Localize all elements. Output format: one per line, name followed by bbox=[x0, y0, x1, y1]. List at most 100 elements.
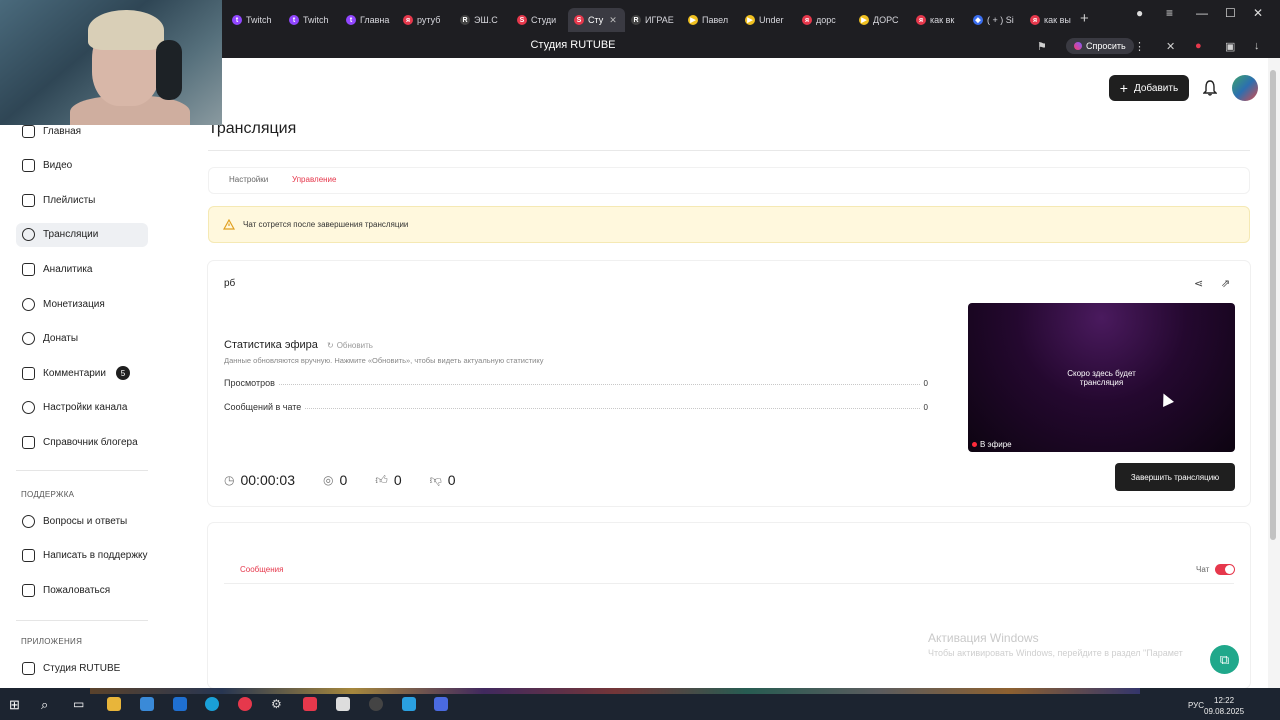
clock-date[interactable]: 09.08.2025 bbox=[1204, 707, 1244, 716]
clock-time[interactable]: 12:22 bbox=[1214, 696, 1234, 705]
profile-icon[interactable]: ● bbox=[1136, 6, 1143, 20]
preview-line-2: трансляция bbox=[1079, 378, 1124, 387]
obs-icon[interactable] bbox=[369, 697, 383, 711]
sidebar-item[interactable]: Видео bbox=[16, 154, 148, 178]
bookmark-icon[interactable]: ⚑ bbox=[1037, 40, 1047, 53]
refresh-button[interactable]: ↻ Обновить bbox=[327, 341, 373, 350]
calculator-icon[interactable] bbox=[140, 697, 154, 711]
support-chat-button[interactable]: ⧉ bbox=[1210, 645, 1239, 674]
end-stream-button[interactable]: Завершить трансляцию bbox=[1115, 463, 1235, 491]
chat-toggle[interactable] bbox=[1215, 564, 1235, 575]
browser-tab-label: ДОРС bbox=[873, 15, 899, 25]
collections-icon[interactable]: ▣ bbox=[1225, 40, 1235, 53]
browser-tab-label: ЭШ.С bbox=[474, 15, 498, 25]
browser-tab[interactable]: R ЭШ.С bbox=[454, 8, 511, 32]
close-window-icon[interactable]: ✕ bbox=[1253, 6, 1263, 20]
sidebar-item[interactable]: Студия RUTUBE bbox=[16, 656, 148, 680]
sidebar-item[interactable]: Справочник блогера bbox=[16, 430, 148, 454]
explorer-icon[interactable] bbox=[107, 697, 121, 711]
sidebar-item[interactable]: Аналитика bbox=[16, 257, 148, 281]
stat-row-views: Просмотров 0 bbox=[224, 376, 928, 388]
browser-tab[interactable]: R ИГРАЕ bbox=[625, 8, 682, 32]
menu-icon[interactable]: ≡ bbox=[1166, 6, 1173, 20]
sidebar-item[interactable]: Вопросы и ответы bbox=[16, 509, 148, 533]
broadcast-icon bbox=[22, 228, 35, 242]
sidebar-item-label: Студия RUTUBE bbox=[43, 662, 121, 674]
tab-favicon-icon: S bbox=[517, 15, 527, 25]
telegram-icon[interactable] bbox=[402, 697, 416, 711]
browser-tab[interactable]: я дорс bbox=[796, 8, 853, 32]
browser-tab[interactable]: t Главна bbox=[340, 8, 397, 32]
sidebar-item[interactable]: Донаты bbox=[16, 327, 148, 351]
edge-icon[interactable] bbox=[205, 697, 219, 711]
share-icon[interactable]: ⋖ bbox=[1194, 277, 1203, 290]
browser-tab[interactable]: t Twitch bbox=[283, 8, 340, 32]
browser-tab-label: как вк bbox=[930, 15, 955, 25]
browser-tab[interactable]: t Twitch bbox=[226, 8, 283, 32]
language-indicator[interactable]: РУС bbox=[1188, 701, 1204, 710]
thumbs-up-icon: 👍︎ bbox=[375, 472, 388, 487]
browser-tab[interactable]: ◆ ( + ) Si bbox=[967, 8, 1024, 32]
new-tab-button[interactable]: + bbox=[1080, 11, 1089, 26]
task-view-icon[interactable]: ▭ bbox=[73, 697, 87, 711]
close-tab-icon[interactable]: ✕ bbox=[609, 15, 617, 26]
search-icon[interactable]: ⌕ bbox=[41, 697, 55, 712]
bell-icon[interactable] bbox=[1203, 80, 1217, 96]
download-icon[interactable]: ↓ bbox=[1254, 40, 1260, 52]
sidebar-item[interactable]: Плейлисты bbox=[16, 188, 148, 212]
dislikes-stat: 👎︎ 0 bbox=[430, 472, 456, 488]
sidebar-item[interactable]: Трансляции bbox=[16, 222, 148, 247]
browser-tabs: t Twitch t Twitch t Главна я рутуб R ЭШ.С S Студи S С… bbox=[226, 8, 1081, 32]
yandex-browser-icon[interactable] bbox=[238, 697, 252, 711]
live-badge: В эфире bbox=[972, 440, 1012, 449]
open-external-icon[interactable]: ⇗ bbox=[1221, 277, 1230, 290]
browser-tab[interactable]: ▶ ДОРС bbox=[853, 8, 910, 32]
comment-icon bbox=[22, 366, 35, 380]
mail-icon bbox=[22, 549, 35, 563]
tab-management[interactable]: Управление bbox=[292, 175, 336, 184]
sidebar-item[interactable]: Написать в поддержку bbox=[16, 544, 148, 568]
sidebar-item-label: Донаты bbox=[43, 333, 79, 345]
tab-settings[interactable]: Настройки bbox=[229, 175, 268, 184]
likes-value: 0 bbox=[393, 472, 402, 488]
tab-messages[interactable]: Сообщения bbox=[240, 565, 283, 574]
more-icon[interactable]: ⋮ bbox=[1134, 40, 1145, 53]
extension-icon[interactable]: ✕ bbox=[1166, 40, 1175, 53]
add-button[interactable]: + Добавить bbox=[1109, 75, 1189, 101]
browser-tab[interactable]: я как вы bbox=[1024, 8, 1081, 32]
yandex-icon[interactable] bbox=[303, 697, 317, 711]
sidebar-item[interactable]: Настройки канала bbox=[16, 396, 148, 420]
sidebar-divider bbox=[16, 470, 148, 471]
avatar[interactable] bbox=[1232, 75, 1258, 101]
browser-tab-label: ( + ) Si bbox=[987, 15, 1014, 25]
start-icon[interactable]: ⊞ bbox=[9, 697, 23, 712]
sidebar-item-label: Настройки канала bbox=[43, 402, 128, 414]
record-icon[interactable]: ● bbox=[1195, 40, 1202, 52]
notepad-icon[interactable] bbox=[336, 697, 350, 711]
sidebar-item[interactable]: Пожаловаться bbox=[16, 578, 148, 602]
sidebar-item-label: Справочник блогера bbox=[43, 436, 138, 448]
settings-icon[interactable]: ⚙ bbox=[271, 697, 285, 711]
minimize-icon[interactable]: — bbox=[1196, 6, 1208, 20]
maximize-icon[interactable]: ☐ bbox=[1225, 6, 1236, 20]
sidebar-item[interactable]: Комментарии 5 bbox=[16, 361, 148, 385]
browser-tab-label: дорс bbox=[816, 15, 836, 25]
taskbar-thumbnails bbox=[90, 688, 1140, 694]
browser-tab-label: рутуб bbox=[417, 15, 441, 25]
alice-icon bbox=[1074, 42, 1082, 50]
outlook-icon[interactable] bbox=[173, 697, 187, 711]
browser-tab[interactable]: я рутуб bbox=[397, 8, 454, 32]
browser-tab[interactable]: S Студи bbox=[511, 8, 568, 32]
browser-tab-label: Under bbox=[759, 15, 784, 25]
scrollbar-thumb[interactable] bbox=[1270, 70, 1276, 540]
ask-button[interactable]: Спросить bbox=[1066, 38, 1134, 54]
tab-favicon-icon: R bbox=[631, 15, 641, 25]
sidebar-section-support: Поддержка bbox=[21, 490, 75, 499]
browser-tab-label: Павел bbox=[702, 15, 729, 25]
sidebar-item[interactable]: Монетизация bbox=[16, 292, 148, 316]
browser-tab[interactable]: S Сту ✕ bbox=[568, 8, 625, 32]
browser-tab[interactable]: ▶ Павел bbox=[682, 8, 739, 32]
browser-tab[interactable]: я как вк bbox=[910, 8, 967, 32]
app-icon[interactable] bbox=[434, 697, 448, 711]
browser-tab[interactable]: ▶ Under bbox=[739, 8, 796, 32]
